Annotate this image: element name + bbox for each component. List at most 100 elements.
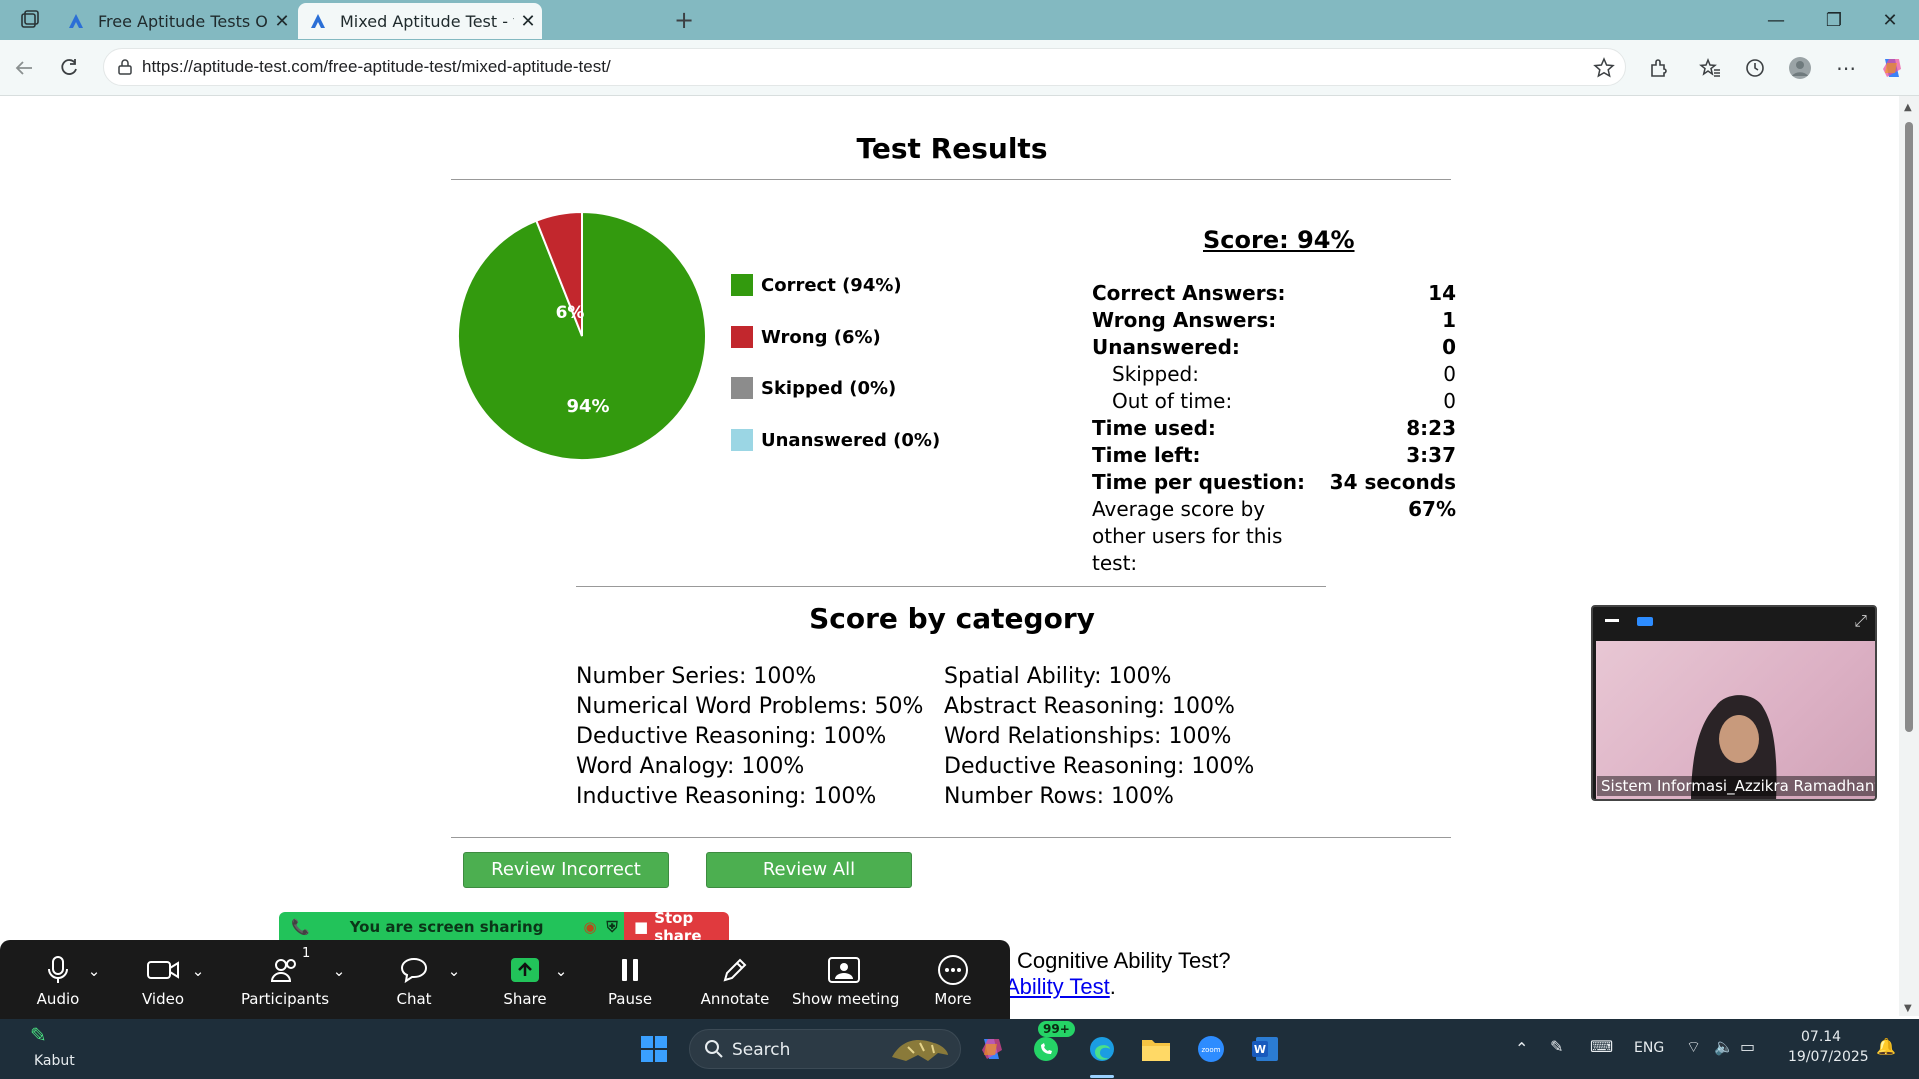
clock-date[interactable]: 19/07/2025 [1788, 1049, 1869, 1065]
active-app-indicator [1090, 1075, 1114, 1078]
profile-avatar-icon[interactable] [1784, 52, 1816, 84]
related-test-line: Ability Test. [1005, 974, 1116, 1000]
view-toggle-icon[interactable] [1637, 617, 1653, 626]
more-dots-icon [928, 950, 978, 990]
favorites-icon[interactable] [1694, 52, 1726, 84]
zoom-meeting-controls: Audio ⌄ Video ⌄ Participants 1 ⌄ Chat ⌄ … [0, 940, 1010, 1019]
show-hidden-icons-chevron[interactable]: ⌃ [1515, 1039, 1528, 1058]
participants-button[interactable]: Participants [240, 950, 330, 1008]
tab-mixed-aptitude-test[interactable]: Mixed Aptitude Test - free aptitud ✕ [298, 3, 542, 39]
start-windows-icon[interactable] [634, 1029, 674, 1069]
security-shield-icon: ⛨ [606, 918, 618, 936]
pause-share-button[interactable]: Pause [605, 950, 655, 1008]
stat-value: 1 [1442, 308, 1456, 332]
volume-icon[interactable]: 🔈 [1714, 1037, 1734, 1056]
share-label: Share [503, 990, 547, 1008]
screen-share-indicator: 📞 You are screen sharing ◉ ⛨ ■ Stop share [279, 912, 729, 942]
participants-options-chevron-icon[interactable]: ⌄ [329, 962, 349, 980]
stat-label: Correct Answers: [1092, 281, 1286, 305]
show-meeting-button[interactable]: Show meeting [792, 950, 899, 1008]
record-status-icon: ◉ [583, 918, 597, 936]
restore-icon[interactable]: ❐ [1811, 6, 1857, 36]
zoom-app-icon[interactable]: zoom [1191, 1029, 1231, 1069]
chat-options-chevron-icon[interactable]: ⌄ [444, 962, 464, 980]
stat-value: 0 [1443, 389, 1456, 413]
scroll-up-icon[interactable]: ▲ [1904, 102, 1912, 113]
favorite-star-icon[interactable] [1593, 57, 1615, 83]
stat-label: Time used: [1092, 416, 1216, 440]
edge-browser-icon[interactable] [1082, 1029, 1122, 1069]
participant-video-window[interactable]: ⤢ Sistem Informasi_Azzikra Ramadhanti... [1591, 605, 1877, 801]
minimize-video-icon[interactable] [1605, 619, 1619, 622]
video-options-chevron-icon[interactable]: ⌄ [188, 962, 208, 980]
battery-icon[interactable]: ▭ [1740, 1037, 1755, 1056]
extensions-icon[interactable] [1643, 52, 1675, 84]
minimize-icon[interactable]: — [1753, 6, 1799, 36]
more-button[interactable]: More [928, 950, 978, 1008]
link-trailing-period: . [1109, 974, 1116, 999]
category-item: Deductive Reasoning: 100% [944, 754, 1255, 779]
close-tab-icon[interactable]: ✕ [268, 11, 296, 32]
scrollbar-thumb[interactable] [1905, 122, 1913, 732]
category-item: Number Series: 100% [576, 664, 817, 689]
stat-label: Unanswered: [1092, 335, 1240, 359]
history-icon[interactable] [1739, 52, 1771, 84]
page-scrollbar[interactable]: ▲ ▼ [1899, 96, 1919, 1016]
share-options-chevron-icon[interactable]: ⌄ [551, 962, 571, 980]
copilot-icon[interactable] [1876, 52, 1908, 84]
video-label: Video [141, 990, 185, 1008]
svg-text:zoom: zoom [1201, 1046, 1220, 1054]
chat-label: Chat [396, 990, 432, 1008]
score-heading: Score: 94% [1203, 226, 1355, 254]
participants-label: Participants [240, 990, 330, 1008]
divider [451, 837, 1451, 838]
annotate-button[interactable]: Annotate [698, 950, 772, 1008]
expand-video-icon[interactable]: ⤢ [1854, 611, 1867, 631]
clock-time[interactable]: 07.14 [1801, 1029, 1841, 1045]
weather-pen-icon[interactable]: ✎ [30, 1023, 47, 1047]
site-info-icon[interactable] [116, 58, 134, 80]
wifi-icon[interactable]: ⌔ [1686, 1037, 1701, 1057]
more-options-icon[interactable]: ⋯ [1830, 52, 1862, 84]
legend-label: Skipped (0%) [761, 377, 897, 399]
audio-button[interactable]: Audio [30, 950, 86, 1008]
category-item: Number Rows: 100% [944, 784, 1174, 809]
aptitude-logo-icon [308, 11, 328, 31]
language-indicator[interactable]: ENG [1634, 1040, 1664, 1056]
stat-value: 0 [1443, 362, 1456, 386]
workspaces-icon[interactable] [14, 4, 46, 36]
share-button[interactable]: Share [500, 950, 550, 1008]
stat-row: Time per question: 34 seconds [1092, 469, 1456, 496]
new-tab-icon[interactable]: + [668, 4, 700, 36]
video-button[interactable]: Video [135, 950, 191, 1008]
pen-tray-icon[interactable]: ✎ [1550, 1037, 1563, 1056]
more-label: More [934, 990, 972, 1008]
word-app-icon[interactable]: W [1245, 1029, 1285, 1069]
refresh-icon[interactable] [53, 52, 85, 84]
file-explorer-icon[interactable] [1136, 1029, 1176, 1069]
review-all-button[interactable]: Review All [706, 852, 912, 888]
chat-button[interactable]: Chat [388, 950, 440, 1008]
copilot-taskbar-icon[interactable] [972, 1029, 1012, 1069]
tab-free-aptitude-tests[interactable]: Free Aptitude Tests Online - Aptit ✕ [56, 3, 296, 39]
audio-options-chevron-icon[interactable]: ⌄ [84, 962, 104, 980]
notification-badge: 99+ [1038, 1021, 1075, 1037]
ability-test-link[interactable]: Ability Test [1005, 974, 1110, 999]
notifications-bell-icon[interactable]: 🔔 [1876, 1037, 1896, 1056]
keyboard-icon[interactable]: ⌨ [1590, 1037, 1613, 1056]
stat-label: Average score by other users for this te… [1092, 497, 1283, 575]
close-tab-icon[interactable]: ✕ [514, 11, 542, 32]
scroll-down-icon[interactable]: ▼ [1904, 1003, 1912, 1014]
stat-row: Average score by other users for this te… [1092, 496, 1456, 577]
close-window-icon[interactable]: ✕ [1867, 6, 1913, 36]
weather-label[interactable]: Kabut [34, 1053, 75, 1069]
review-incorrect-button[interactable]: Review Incorrect [463, 852, 669, 888]
back-icon[interactable] [8, 52, 40, 84]
page-title: Test Results [856, 132, 1048, 165]
taskbar-search[interactable]: Search [689, 1029, 961, 1069]
related-test-text: Cognitive Ability Test? [1017, 948, 1231, 973]
stop-share-button[interactable]: ■ Stop share [624, 912, 729, 942]
tab-title: Free Aptitude Tests Online - Aptit [98, 11, 268, 31]
address-bar[interactable]: https://aptitude-test.com/free-aptitude-… [103, 48, 1626, 86]
pause-icon [605, 950, 655, 990]
